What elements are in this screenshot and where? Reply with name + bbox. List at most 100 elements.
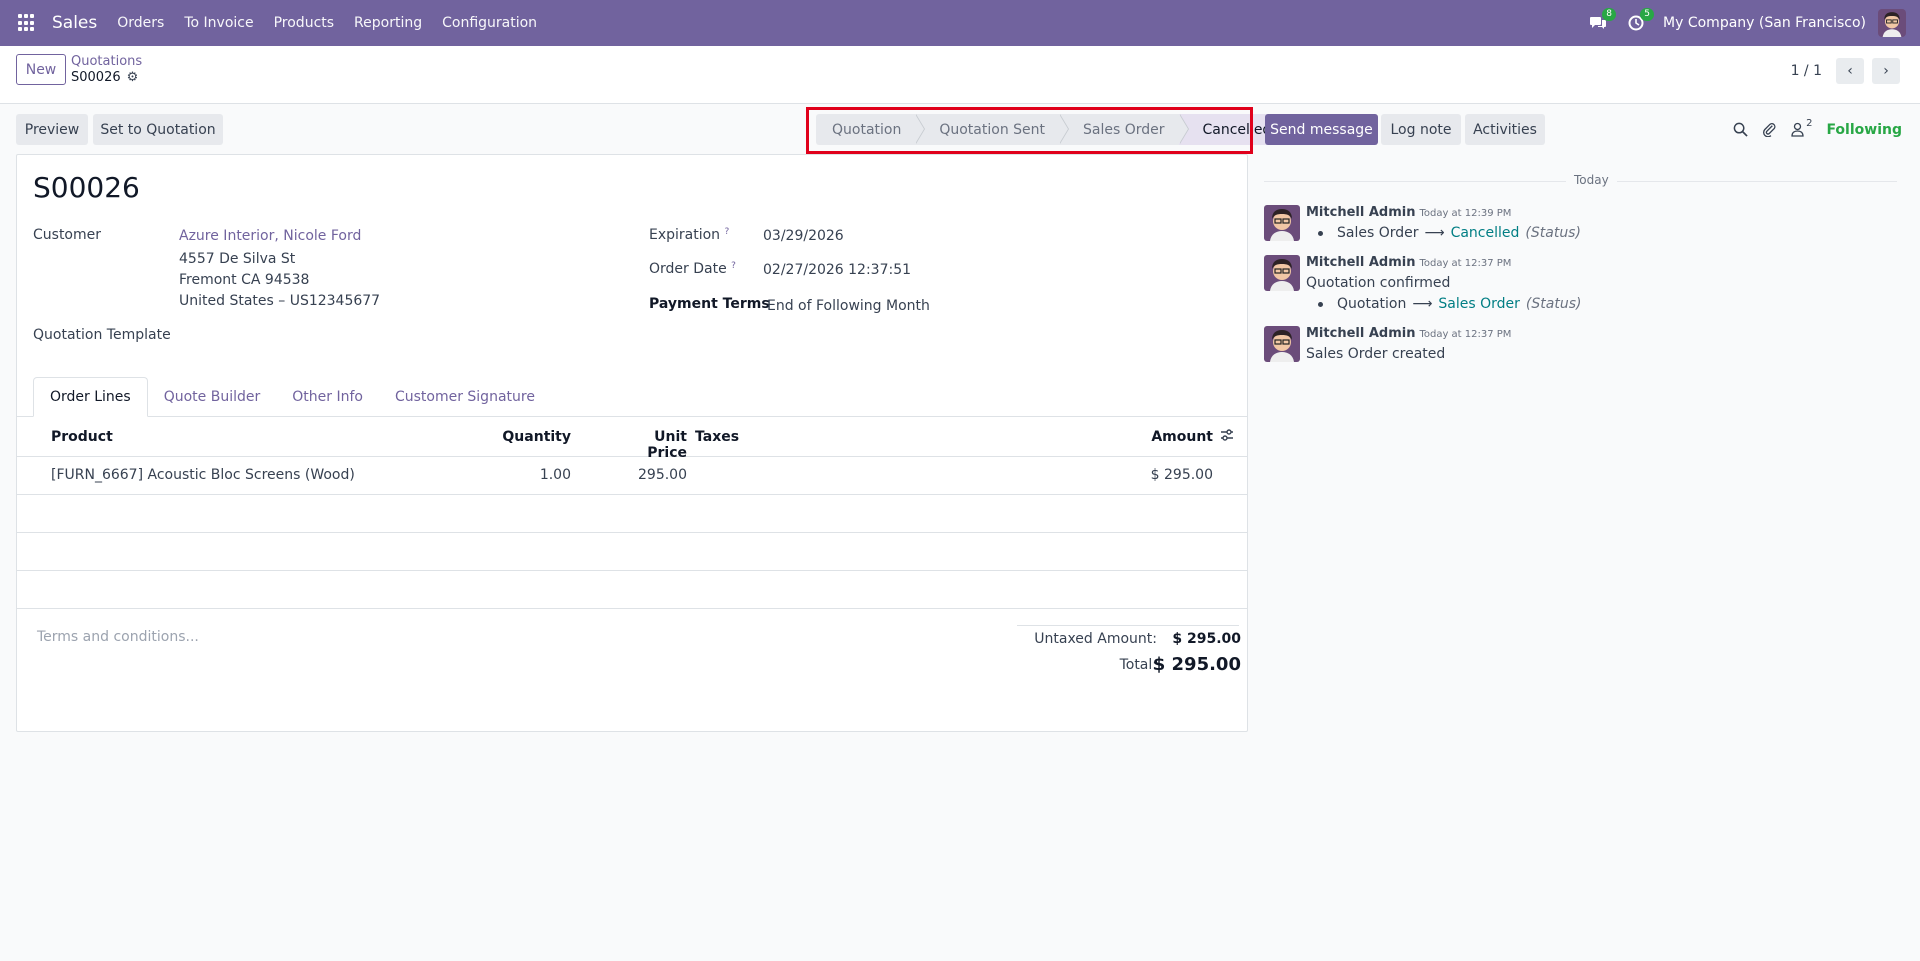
followers-count: 2 [1806,118,1813,129]
control-panel: New Quotations S00026 ⚙ 1 / 1 ‹ › [0,46,1920,104]
message-body: Sales Order created [1306,346,1446,362]
followers-button[interactable]: 2 [1791,118,1812,137]
customer-field[interactable]: Azure Interior, Nicole Ford [179,228,361,244]
statusbar: Quotation Quotation Sent Sales Order Can… [816,114,1286,145]
user-avatar[interactable] [1878,9,1906,37]
tracking-old-value: Sales Order [1337,225,1419,241]
line-product[interactable]: [FURN_6667] Acoustic Bloc Screens (Wood) [51,467,355,483]
user-icon [1791,122,1804,137]
quotation-template-label: Quotation Template [33,327,171,343]
line-amount[interactable]: $ 295.00 [1117,467,1213,483]
paperclip-icon[interactable] [1762,122,1777,137]
table-row[interactable]: [FURN_6667] Acoustic Bloc Screens (Wood)… [17,457,1247,495]
column-quantity[interactable]: Quantity [497,429,571,445]
message-date: Today at 12:39 PM [1419,208,1512,219]
order-lines-header: Product Quantity Unit Price Taxes Amount [17,417,1247,461]
author-avatar[interactable] [1264,255,1300,291]
activity-menu[interactable]: 5 [1625,8,1655,34]
arrow-right-icon: ⟶ [1412,296,1433,312]
new-button[interactable]: New [16,54,66,85]
tracking-value-line: Quotation ⟶ Sales Order (Status) [1318,296,1581,312]
pager-value[interactable]: 1 / 1 [1791,63,1822,79]
customer-address-line3: United States – US12345677 [179,293,381,309]
message-author[interactable]: Mitchell Admin Today at 12:39 PM [1306,205,1511,220]
totals-divider [1017,625,1239,626]
optional-columns-icon[interactable] [1219,427,1235,443]
tracking-field-name: (Status) [1525,225,1581,241]
record-pager: 1 / 1 ‹ › [1791,58,1900,84]
terms-and-conditions-field[interactable]: Terms and conditions... [37,629,199,645]
form-sheet: S00026 Customer Azure Interior, Nicole F… [16,154,1248,732]
arrow-right-icon: ⟶ [1424,225,1445,241]
search-icon[interactable] [1733,122,1748,137]
message-date: Today at 12:37 PM [1419,258,1512,269]
author-avatar[interactable] [1264,205,1300,241]
message-author[interactable]: Mitchell Admin Today at 12:37 PM [1306,255,1511,270]
stage-quotation[interactable]: Quotation [816,114,926,145]
apps-menu-icon[interactable] [18,14,36,32]
breadcrumb-current-record: S00026 [71,70,121,85]
breadcrumb-quotations[interactable]: Quotations [71,54,142,70]
author-avatar[interactable] [1264,326,1300,362]
tab-quote-builder[interactable]: Quote Builder [148,377,277,417]
tracking-new-value: Cancelled [1450,225,1520,241]
date-separator-label: Today [1566,173,1617,187]
company-switcher[interactable]: My Company (San Francisco) [1663,15,1866,31]
tracking-old-value: Quotation [1337,296,1407,312]
pager-next-button[interactable]: › [1872,58,1900,84]
tab-order-lines[interactable]: Order Lines [33,377,148,417]
payment-terms-label: Payment Terms [649,296,770,312]
empty-row [17,495,1247,533]
record-title: S00026 [33,171,140,204]
preview-button[interactable]: Preview [16,114,88,145]
pager-previous-button[interactable]: ‹ [1836,58,1864,84]
following-button[interactable]: Following [1826,122,1902,138]
message-body: Quotation confirmed [1306,275,1451,291]
notebook-tabs: Order Lines Quote Builder Other Info Cus… [33,377,551,417]
customer-address-line2: Fremont CA 94538 [179,272,310,288]
order-date-field[interactable]: 02/27/2026 12:37:51 [763,262,911,278]
line-unit-price[interactable]: 295.00 [617,467,687,483]
chevron-right-icon: › [1883,63,1889,79]
menu-reporting[interactable]: Reporting [354,15,422,31]
column-product[interactable]: Product [51,429,113,445]
activities-button[interactable]: Activities [1465,114,1545,145]
column-amount[interactable]: Amount [1117,429,1213,445]
order-date-label: Order Date ? [649,261,736,277]
customer-label: Customer [33,227,102,243]
customer-address-line1: 4557 De Silva St [179,251,296,267]
chevron-left-icon: ‹ [1847,63,1853,79]
messaging-menu[interactable]: 8 [1587,8,1617,34]
app-brand[interactable]: Sales [52,13,97,33]
gear-icon[interactable]: ⚙ [127,70,139,86]
payment-terms-field[interactable]: End of Following Month [767,298,930,314]
column-taxes[interactable]: Taxes [695,429,739,445]
line-quantity[interactable]: 1.00 [497,467,571,483]
menu-to-invoice[interactable]: To Invoice [184,15,253,31]
send-message-button[interactable]: Send message [1265,114,1378,145]
top-navbar: Sales Orders To Invoice Products Reporti… [0,0,1920,46]
messages-count-badge: 8 [1602,8,1617,21]
empty-row [17,571,1247,609]
menu-orders[interactable]: Orders [117,15,164,31]
menu-products[interactable]: Products [274,15,334,31]
help-tooltip-icon[interactable]: ? [725,227,730,237]
total-value: $ 295.00 [1152,654,1241,675]
activities-count-badge: 5 [1640,8,1655,21]
stage-sales-order[interactable]: Sales Order [1059,114,1188,145]
menu-configuration[interactable]: Configuration [442,15,537,31]
untaxed-amount-value: $ 295.00 [1172,631,1241,647]
expiration-field[interactable]: 03/29/2026 [763,228,844,244]
log-note-button[interactable]: Log note [1381,114,1461,145]
tracking-field-name: (Status) [1525,296,1582,312]
expiration-label: Expiration ? [649,227,730,243]
message-date: Today at 12:37 PM [1419,329,1512,340]
tab-other-info[interactable]: Other Info [276,377,379,417]
tab-customer-signature[interactable]: Customer Signature [379,377,551,417]
set-to-quotation-button[interactable]: Set to Quotation [93,114,223,145]
help-tooltip-icon[interactable]: ? [731,261,736,271]
tracking-value-line: Sales Order ⟶ Cancelled (Status) [1318,225,1581,241]
message-author[interactable]: Mitchell Admin Today at 12:37 PM [1306,326,1511,341]
stage-quotation-sent[interactable]: Quotation Sent [915,114,1069,145]
breadcrumb: Quotations S00026 ⚙ [71,54,142,86]
